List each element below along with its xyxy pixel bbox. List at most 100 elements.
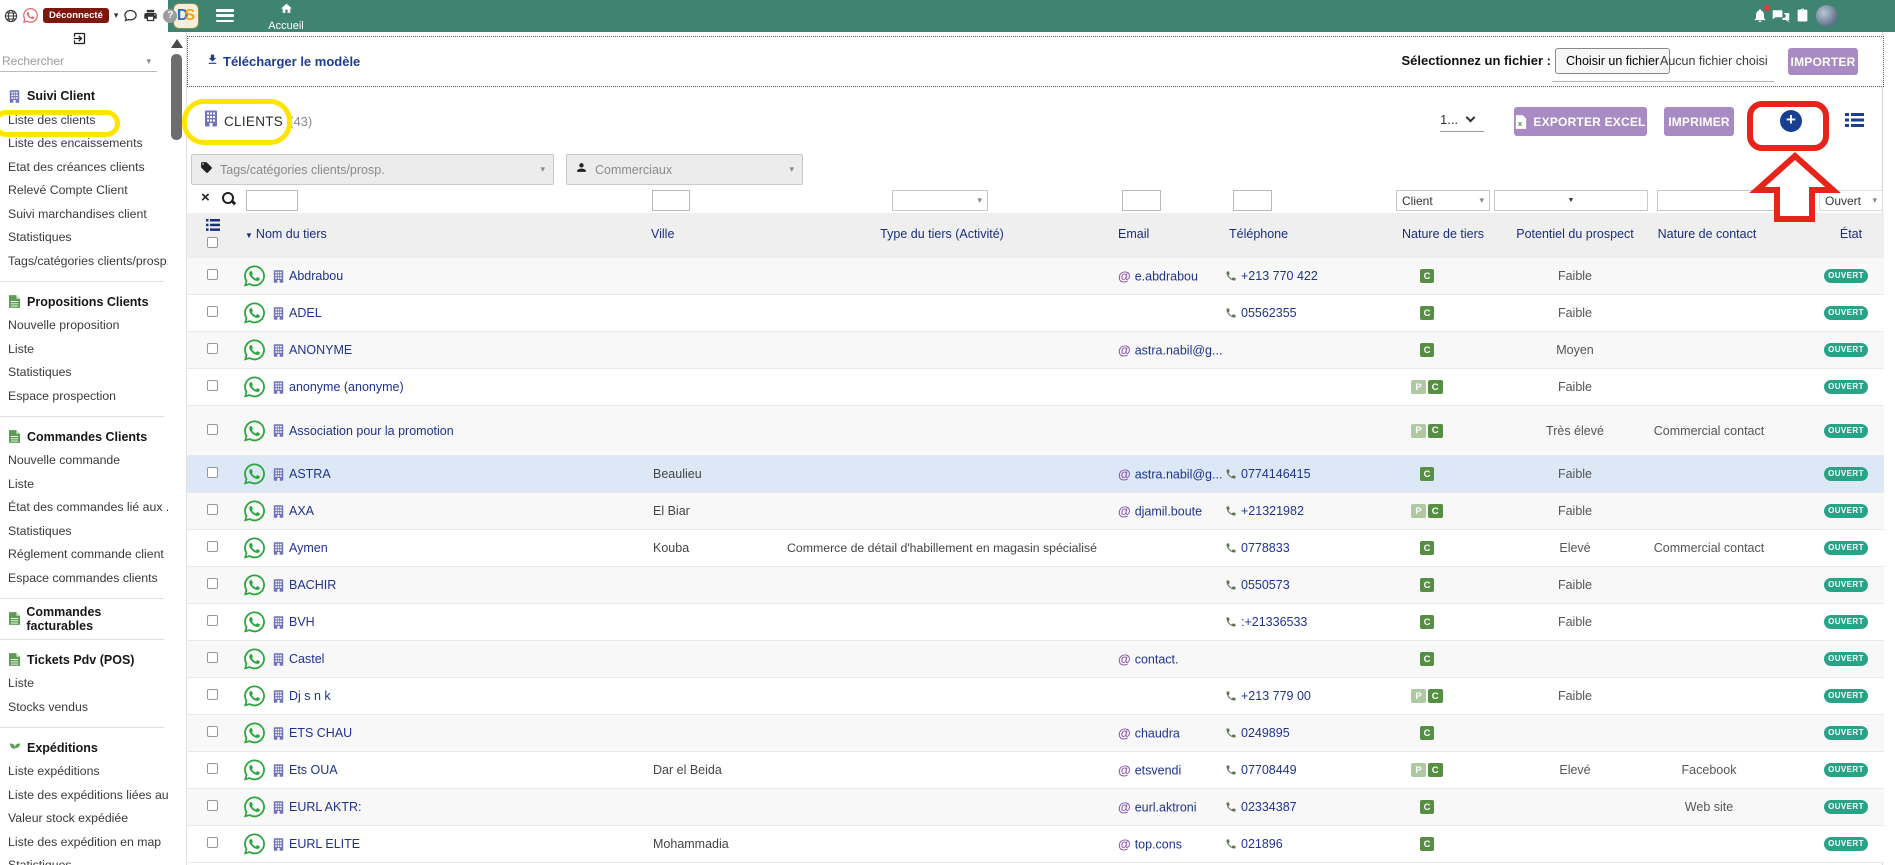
sidebar-item-suivi-marchandises-client[interactable]: Suivi marchandises client bbox=[8, 202, 164, 226]
logout-icon[interactable] bbox=[72, 31, 87, 51]
row-checkbox[interactable] bbox=[207, 306, 218, 317]
filter-city-input[interactable] bbox=[652, 190, 690, 211]
client-name-link[interactable]: Association pour la promotion bbox=[273, 424, 454, 438]
sidebar-item-valeur-stock-exp-di-e[interactable]: Valeur stock expédiée bbox=[8, 807, 164, 831]
row-checkbox[interactable] bbox=[207, 837, 218, 848]
tab-accueil[interactable]: Accueil bbox=[262, 2, 310, 32]
sidebar-item-r-glement-commande-client[interactable]: Réglement commande client bbox=[8, 543, 164, 567]
client-name-link[interactable]: ASTRA bbox=[273, 467, 331, 481]
sidebar-item-liste[interactable]: Liste bbox=[8, 672, 164, 696]
sidebar-section-commandes-facturables[interactable]: Commandes facturables bbox=[8, 605, 164, 633]
sidebar-item-espace-prospection[interactable]: Espace prospection bbox=[8, 384, 164, 408]
phone-link[interactable]: 0778833 bbox=[1225, 541, 1290, 555]
sidebar-item-liste-exp-ditions[interactable]: Liste expéditions bbox=[8, 760, 164, 784]
client-name-link[interactable]: BACHIR bbox=[273, 578, 336, 592]
sidebar-item-nouvelle-commande[interactable]: Nouvelle commande bbox=[8, 449, 164, 473]
email-link[interactable]: @ top.cons bbox=[1118, 837, 1182, 852]
column-header-status[interactable]: État bbox=[1827, 227, 1875, 241]
client-name-link[interactable]: ANONYME bbox=[273, 343, 352, 357]
sidebar-item-nouvelle-proposition[interactable]: Nouvelle proposition bbox=[8, 314, 164, 338]
whatsapp-icon[interactable] bbox=[244, 574, 265, 596]
list-options-icon[interactable] bbox=[206, 218, 220, 236]
whatsapp-icon[interactable] bbox=[244, 463, 265, 485]
client-name-link[interactable]: ADEL bbox=[273, 306, 322, 320]
import-button[interactable]: IMPORTER bbox=[1788, 48, 1858, 75]
sidebar-section-propositions-clients[interactable]: Propositions Clients bbox=[8, 290, 164, 314]
whatsapp-icon[interactable] bbox=[244, 339, 265, 361]
filter-phone-input[interactable] bbox=[1233, 190, 1272, 211]
whatsapp-icon[interactable] bbox=[244, 685, 265, 707]
row-checkbox[interactable] bbox=[207, 423, 218, 435]
whatsapp-icon[interactable] bbox=[244, 420, 265, 441]
row-checkbox[interactable] bbox=[207, 763, 218, 774]
row-checkbox[interactable] bbox=[207, 343, 218, 354]
row-checkbox[interactable] bbox=[207, 504, 218, 515]
print-icon[interactable] bbox=[143, 8, 158, 23]
phone-link[interactable]: 0550573 bbox=[1225, 578, 1290, 592]
page-select[interactable]: 1... bbox=[1440, 112, 1484, 132]
row-checkbox[interactable] bbox=[207, 269, 218, 280]
sidebar-item-statistiques[interactable]: Statistiques bbox=[8, 519, 164, 543]
client-name-link[interactable]: Ets OUA bbox=[273, 763, 338, 777]
whatsapp-icon[interactable] bbox=[244, 648, 265, 670]
whatsapp-icon[interactable] bbox=[244, 500, 265, 522]
print-list-button[interactable]: IMPRIMER bbox=[1664, 107, 1734, 136]
sidebar-item-liste-des-encaissements[interactable]: Liste des encaissements bbox=[8, 132, 164, 156]
email-link[interactable]: @ djamil.boute bbox=[1118, 504, 1202, 519]
filter-potential-select[interactable]: ▼ bbox=[1494, 190, 1648, 211]
client-name-link[interactable]: EURL ELITE bbox=[273, 837, 360, 851]
filter-contact-nature-select[interactable]: ▾ bbox=[1657, 190, 1802, 211]
email-link[interactable]: @ astra.nabil@g... bbox=[1118, 343, 1222, 358]
filter-nature-select[interactable]: Client ▾ bbox=[1396, 190, 1490, 211]
filter-email-input[interactable] bbox=[1122, 190, 1161, 211]
column-header-city[interactable]: Ville bbox=[651, 227, 674, 241]
column-header-nature[interactable]: Nature de tiers bbox=[1383, 227, 1503, 241]
sidebar-item-liste[interactable]: Liste bbox=[8, 472, 164, 496]
row-checkbox[interactable] bbox=[207, 615, 218, 626]
phone-link[interactable]: +21321982 bbox=[1225, 504, 1304, 518]
email-link[interactable]: @ astra.nabil@g... bbox=[1118, 467, 1222, 482]
row-checkbox[interactable] bbox=[207, 541, 218, 552]
sidebar-item-liste[interactable]: Liste bbox=[8, 337, 164, 361]
phone-link[interactable]: 05562355 bbox=[1225, 306, 1297, 320]
sidebar-item-stocks-vendus[interactable]: Stocks vendus bbox=[8, 695, 164, 719]
whatsapp-icon[interactable] bbox=[244, 265, 265, 287]
phone-link[interactable]: +213 770 422 bbox=[1225, 269, 1318, 283]
client-name-link[interactable]: Abdrabou bbox=[273, 269, 343, 283]
notifications-bell-icon[interactable] bbox=[1752, 5, 1770, 29]
filter-activity-select[interactable]: ▾ bbox=[892, 190, 988, 211]
whatsapp-icon[interactable] bbox=[244, 796, 265, 818]
select-all-checkbox[interactable] bbox=[207, 237, 218, 248]
status-caret-icon[interactable]: ▾ bbox=[114, 10, 119, 21]
scrollbar-up-arrow[interactable] bbox=[171, 39, 183, 48]
sidebar-item-relev-compte-client[interactable]: Relevé Compte Client bbox=[8, 179, 164, 203]
phone-link[interactable]: 02334387 bbox=[1225, 800, 1297, 814]
sidebar-item-statistiques[interactable]: Statistiques bbox=[8, 226, 164, 250]
whatsapp-icon[interactable] bbox=[244, 833, 265, 855]
whatsapp-icon[interactable] bbox=[244, 722, 265, 744]
phone-link[interactable]: 021896 bbox=[1225, 837, 1283, 851]
column-header-name[interactable]: ▼ Nom du tiers bbox=[245, 227, 327, 241]
hamburger-menu-icon[interactable] bbox=[216, 9, 234, 23]
client-name-link[interactable]: Dj s n k bbox=[273, 689, 331, 703]
connection-status-badge[interactable]: Déconnecté bbox=[43, 8, 109, 23]
sidebar-section-exp-ditions[interactable]: Expéditions bbox=[8, 736, 164, 760]
whatsapp-icon[interactable] bbox=[244, 611, 265, 633]
choose-file-button[interactable]: Choisir un fichier bbox=[1555, 48, 1671, 74]
download-template-link[interactable]: Télécharger le modèle bbox=[206, 53, 360, 69]
sidebar-item-liste-des-exp-ditions-li-es-au[interactable]: Liste des expéditions liées au... bbox=[8, 783, 168, 807]
row-checkbox[interactable] bbox=[207, 380, 218, 391]
whatsapp-icon[interactable] bbox=[244, 376, 265, 398]
filter-name-input[interactable] bbox=[246, 190, 298, 211]
clipboard-icon[interactable] bbox=[1796, 7, 1809, 28]
row-checkbox[interactable] bbox=[207, 467, 218, 478]
phone-link[interactable]: 0774146415 bbox=[1225, 467, 1311, 481]
email-link[interactable]: @ e.abdrabou bbox=[1118, 269, 1198, 284]
column-header-phone[interactable]: Téléphone bbox=[1229, 227, 1288, 241]
export-excel-button[interactable]: x EXPORTER EXCEL bbox=[1514, 107, 1647, 136]
row-checkbox[interactable] bbox=[207, 726, 218, 737]
row-checkbox[interactable] bbox=[207, 800, 218, 811]
sidebar-item-liste-des-exp-dition-en-map[interactable]: Liste des expédition en map bbox=[8, 830, 164, 854]
commercial-filter-select[interactable]: Commerciaux ▾ bbox=[566, 154, 803, 185]
sidebar-item-statistiques[interactable]: Statistiques bbox=[8, 854, 164, 865]
